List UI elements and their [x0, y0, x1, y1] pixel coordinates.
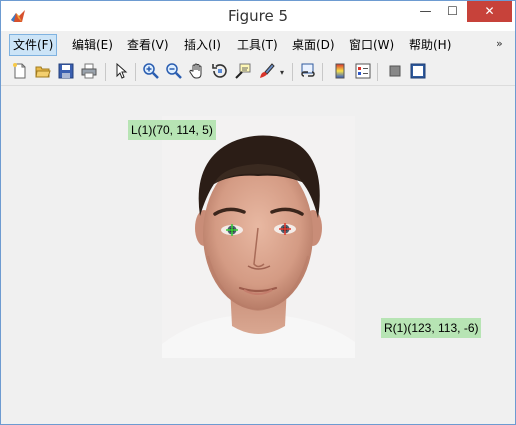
show-tools-icon[interactable] — [409, 62, 427, 80]
pointer-icon[interactable] — [112, 62, 130, 80]
brush-icon[interactable] — [257, 62, 275, 80]
brush-dropdown-icon[interactable]: ▾ — [280, 68, 284, 77]
toolbar-separator — [292, 63, 293, 81]
hide-tools-icon[interactable] — [386, 62, 404, 80]
menu-tools[interactable]: 工具(T) — [234, 35, 281, 55]
figure-toolbar: ▾ — [1, 59, 515, 86]
menu-overflow-icon[interactable]: » — [496, 37, 503, 50]
figure-canvas[interactable]: L(1)(70, 114, 5) R(1)(123, 113, -6) — [1, 86, 515, 424]
right-eye-label: R(1)(123, 113, -6) — [381, 318, 482, 338]
open-folder-icon[interactable] — [34, 62, 52, 80]
legend-icon[interactable] — [354, 62, 372, 80]
toolbar-separator — [135, 63, 136, 81]
face-image — [162, 116, 355, 358]
toolbar-separator — [105, 63, 106, 81]
minimize-button[interactable]: — — [412, 1, 439, 22]
maximize-button[interactable]: ☐ — [439, 1, 466, 22]
rotate-3d-icon[interactable] — [211, 62, 229, 80]
figure-window: Figure 5 — ☐ ✕ 文件(F) 编辑(E) 查看(V) 插入(I) 工… — [0, 0, 516, 425]
close-button[interactable]: ✕ — [467, 1, 512, 22]
menu-view[interactable]: 查看(V) — [124, 35, 172, 55]
left-eye-label: L(1)(70, 114, 5) — [128, 120, 216, 140]
colorbar-icon[interactable] — [331, 62, 349, 80]
zoom-out-icon[interactable] — [165, 62, 183, 80]
menu-bar: 文件(F) 编辑(E) 查看(V) 插入(I) 工具(T) 桌面(D) 窗口(W… — [1, 32, 515, 58]
menu-insert[interactable]: 插入(I) — [181, 35, 224, 55]
title-bar[interactable]: Figure 5 — ☐ ✕ — [1, 1, 515, 31]
menu-file[interactable]: 文件(F) — [9, 34, 58, 56]
menu-edit[interactable]: 编辑(E) — [69, 35, 116, 55]
pan-hand-icon[interactable] — [188, 62, 206, 80]
toolbar-separator — [322, 63, 323, 81]
zoom-in-icon[interactable] — [142, 62, 160, 80]
data-cursor-icon[interactable] — [234, 62, 252, 80]
save-icon[interactable] — [57, 62, 75, 80]
toolbar-separator — [377, 63, 378, 81]
menu-help[interactable]: 帮助(H) — [406, 35, 454, 55]
menu-window[interactable]: 窗口(W) — [346, 35, 397, 55]
menu-desktop[interactable]: 桌面(D) — [289, 35, 338, 55]
new-figure-icon[interactable] — [11, 62, 29, 80]
link-plot-icon[interactable] — [299, 62, 317, 80]
print-icon[interactable] — [80, 62, 98, 80]
